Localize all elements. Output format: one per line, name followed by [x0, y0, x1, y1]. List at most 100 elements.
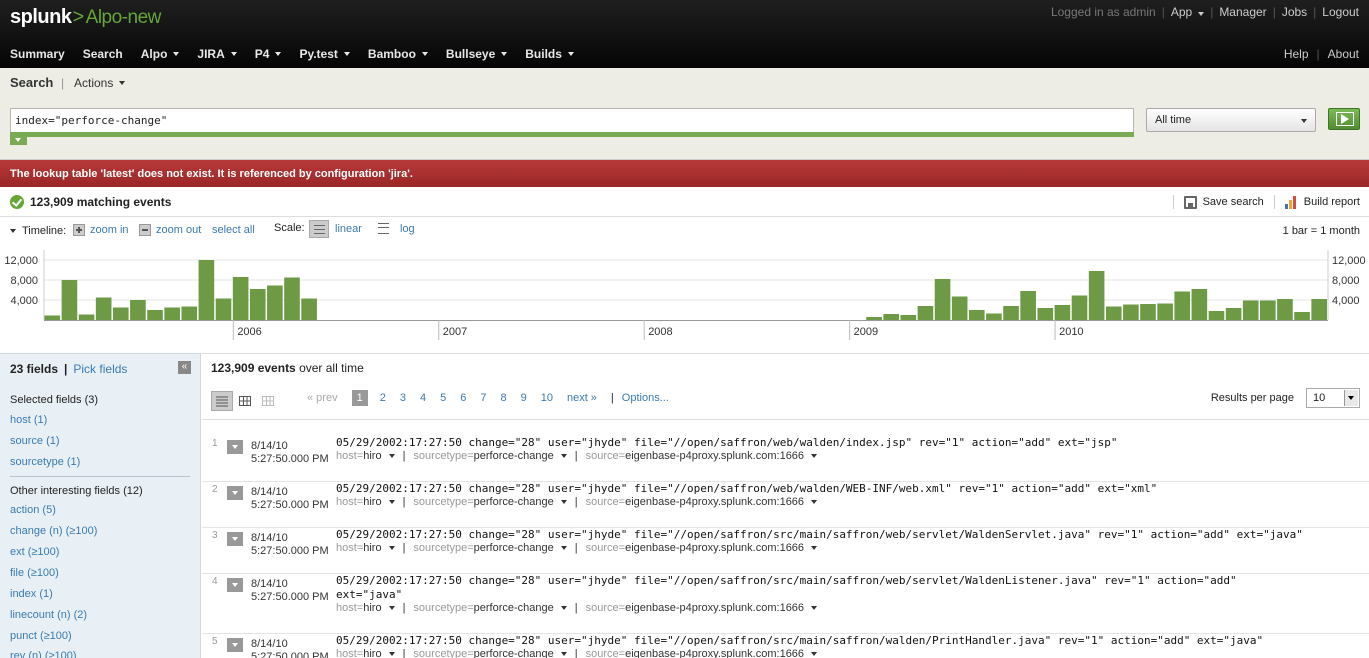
timeline-bar[interactable]: [1088, 271, 1105, 320]
timeline-bar[interactable]: [900, 315, 917, 320]
nav-bullseye[interactable]: Bullseye: [446, 47, 508, 61]
chevron-down-icon[interactable]: [811, 606, 818, 610]
meta-value-source[interactable]: eigenbase-p4proxy.splunk.com:1666: [625, 648, 804, 658]
meta-value-source[interactable]: eigenbase-p4proxy.splunk.com:1666: [625, 496, 804, 508]
timeline-bar[interactable]: [181, 306, 198, 321]
meta-value-source[interactable]: eigenbase-p4proxy.splunk.com:1666: [625, 450, 804, 462]
field-action[interactable]: action (5): [10, 504, 56, 516]
meta-value-sourcetype[interactable]: perforce-change: [474, 602, 554, 614]
chevron-down-icon[interactable]: [388, 546, 395, 550]
timeline-bar[interactable]: [301, 298, 317, 321]
manager-link[interactable]: Manager: [1219, 5, 1266, 19]
field-sourcetype[interactable]: sourcetype (1): [10, 456, 80, 468]
timeline-bar[interactable]: [1242, 300, 1259, 321]
nav-p4[interactable]: P4: [255, 47, 282, 61]
timeline-bar[interactable]: [78, 314, 95, 321]
nav-search[interactable]: Search: [83, 47, 123, 61]
nav-jira[interactable]: JIRA: [197, 47, 237, 61]
list-view-icon[interactable]: [211, 391, 233, 411]
search-button[interactable]: [1328, 108, 1360, 130]
chevron-down-icon[interactable]: [388, 606, 395, 610]
timeline-bar[interactable]: [112, 307, 129, 321]
pick-fields-link[interactable]: Pick fields: [73, 362, 127, 376]
scale-log-button[interactable]: log: [374, 220, 415, 238]
meta-value-host[interactable]: hiro: [363, 542, 381, 554]
app-menu[interactable]: App: [1171, 5, 1205, 19]
search-assistant-toggle[interactable]: [10, 136, 27, 145]
timeline-bar[interactable]: [232, 277, 249, 320]
timeline-bar[interactable]: [1157, 303, 1173, 321]
chevron-down-icon[interactable]: [388, 652, 395, 656]
timeline-bar[interactable]: [147, 310, 163, 320]
options-link[interactable]: Options...: [622, 392, 669, 404]
timeline-bar[interactable]: [1174, 291, 1191, 321]
event-actions-button[interactable]: [227, 486, 243, 500]
timeline-bar[interactable]: [1191, 289, 1208, 320]
timeline-bar[interactable]: [284, 277, 300, 321]
timeline-bar[interactable]: [164, 307, 180, 321]
zoom-in-button[interactable]: zoom in: [73, 224, 129, 236]
timeline-chart[interactable]: 12,000 12,000 8,000 8,000 4,000 4,000 2006 2007…: [0, 246, 1369, 342]
event-raw[interactable]: 05/29/2002:17:27:50 change="28" user="jh…: [336, 574, 1237, 602]
timeline-bar[interactable]: [917, 306, 934, 320]
chevron-down-icon[interactable]: [560, 500, 567, 504]
nav-pytest[interactable]: Py.test: [299, 47, 350, 61]
meta-value-host[interactable]: hiro: [363, 602, 381, 614]
event-actions-button[interactable]: [227, 638, 243, 652]
chevron-down-icon[interactable]: [560, 454, 567, 458]
time-range-picker[interactable]: All time: [1146, 108, 1316, 132]
timeline-bar[interactable]: [968, 310, 985, 320]
meta-value-source[interactable]: eigenbase-p4proxy.splunk.com:1666: [625, 602, 804, 614]
meta-value-sourcetype[interactable]: perforce-change: [474, 542, 554, 554]
page-3[interactable]: 3: [400, 392, 406, 404]
page-5[interactable]: 5: [440, 392, 446, 404]
timeline-bar[interactable]: [249, 289, 266, 320]
timeline-bar[interactable]: [951, 296, 968, 321]
field-source[interactable]: source (1): [10, 435, 60, 447]
logout-link[interactable]: Logout: [1322, 5, 1359, 19]
field-file[interactable]: file (≥100): [10, 567, 59, 579]
chevron-down-icon[interactable]: [560, 546, 567, 550]
nav-bamboo[interactable]: Bamboo: [368, 47, 428, 61]
timeline-bar[interactable]: [95, 297, 112, 321]
field-index[interactable]: index (1): [10, 588, 53, 600]
timeline-bar[interactable]: [198, 260, 215, 320]
timeline-bar[interactable]: [1260, 300, 1276, 321]
page-6[interactable]: 6: [460, 392, 466, 404]
chevron-down-icon[interactable]: [811, 500, 818, 504]
page-8[interactable]: 8: [500, 392, 506, 404]
chevron-down-icon[interactable]: [560, 652, 567, 656]
event-actions-button[interactable]: [227, 578, 243, 592]
about-link[interactable]: About: [1328, 47, 1359, 61]
field-ext[interactable]: ext (≥100): [10, 546, 59, 558]
event-raw[interactable]: 05/29/2002:17:27:50 change="28" user="jh…: [336, 528, 1303, 542]
meta-value-sourcetype[interactable]: perforce-change: [474, 496, 554, 508]
timeline-bar[interactable]: [986, 313, 1002, 321]
save-search-link[interactable]: Save search: [1203, 196, 1264, 208]
page-9[interactable]: 9: [521, 392, 527, 404]
timeline-bar[interactable]: [866, 317, 882, 320]
search-input[interactable]: index="perforce-change": [10, 108, 1134, 134]
jobs-link[interactable]: Jobs: [1282, 5, 1307, 19]
scale-linear-button[interactable]: linear: [309, 220, 362, 238]
timeline-bar[interactable]: [267, 285, 283, 321]
meta-value-sourcetype[interactable]: perforce-change: [474, 450, 554, 462]
timeline-bar[interactable]: [1277, 299, 1293, 320]
timeline-bar[interactable]: [130, 300, 146, 320]
event-actions-button[interactable]: [227, 440, 243, 454]
timeline-toggle[interactable]: Timeline:: [10, 225, 66, 237]
zoom-out-button[interactable]: zoom out: [139, 224, 201, 236]
field-change[interactable]: change (n) (≥100): [10, 525, 97, 537]
timeline-bar[interactable]: [1020, 291, 1036, 320]
build-report-link[interactable]: Build report: [1304, 196, 1360, 208]
next-page[interactable]: next »: [567, 392, 597, 404]
page-10[interactable]: 10: [541, 392, 553, 404]
event-raw[interactable]: 05/29/2002:17:27:50 change="28" user="jh…: [336, 482, 1157, 496]
help-link[interactable]: Help: [1284, 47, 1309, 61]
results-per-page-select[interactable]: 10: [1306, 388, 1360, 408]
event-raw[interactable]: 05/29/2002:17:27:50 change="28" user="jh…: [336, 634, 1263, 648]
chevron-down-icon[interactable]: [811, 546, 818, 550]
timeline-bar[interactable]: [1003, 306, 1019, 320]
timeline-bar[interactable]: [1208, 311, 1225, 320]
chevron-down-icon[interactable]: [388, 500, 395, 504]
